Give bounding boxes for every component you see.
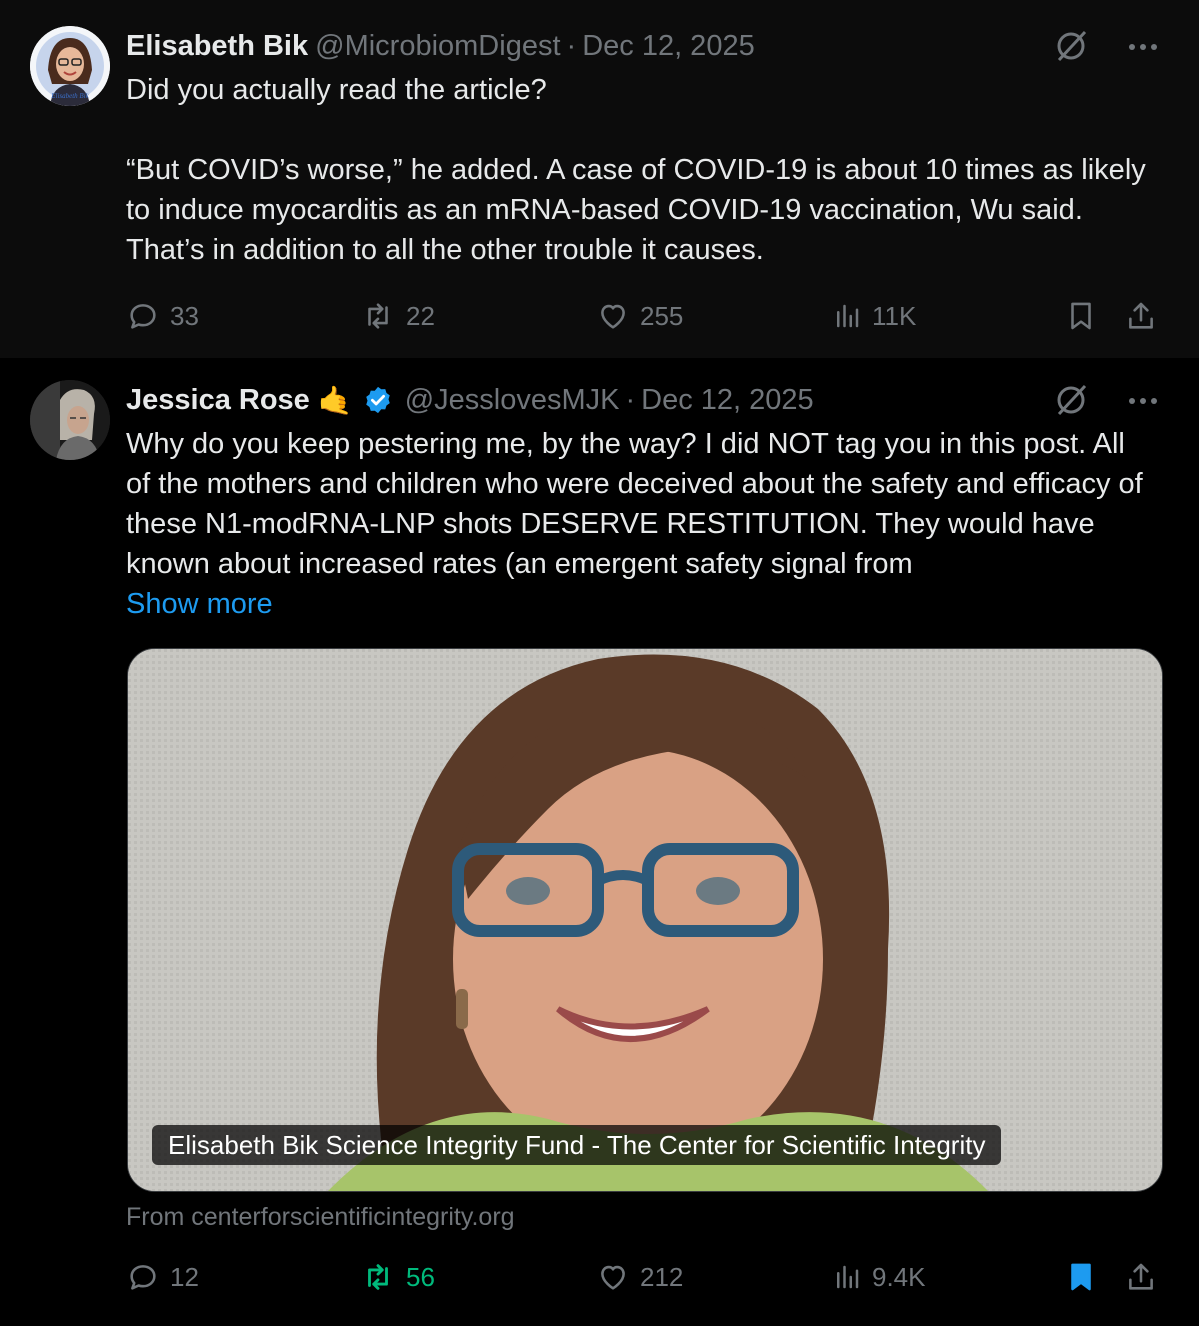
tweet-date[interactable]: Dec 12, 2025 [582,30,755,63]
card-image [128,649,1162,1191]
like-count: 255 [640,300,684,331]
author-name[interactable]: Jessica Rose [126,384,310,417]
show-more-link[interactable]: Show more [126,588,273,620]
tweet-text: Why do you keep pestering me, by the way… [126,424,1146,624]
repost-icon [368,303,388,329]
avatar[interactable]: Elisabeth Bik [30,26,110,106]
like-icon [601,1265,625,1290]
tweet-text: Did you actually read the article? “But … [126,70,1166,270]
verified-badge-icon [363,385,393,415]
bookmark-icon [1071,302,1091,330]
author-name[interactable]: Elisabeth Bik [126,30,308,63]
avatar[interactable] [30,380,110,460]
reply-count: 12 [170,1261,199,1292]
separator: · [566,29,577,62]
views-button[interactable]: 9.4K [832,1257,926,1297]
grok-slash-icon[interactable] [1053,28,1089,69]
author-handle[interactable]: @JesslovesMJK [405,384,620,417]
repost-count: 56 [406,1261,435,1292]
bookmark-button[interactable] [1064,296,1108,336]
tweet-header: Elisabeth Bik @MicrobiomDigest · Dec 12,… [126,26,755,66]
views-count: 9.4K [872,1261,926,1292]
views-button[interactable]: 11K [832,296,916,336]
tweet-top-icons [1053,28,1159,69]
reply-icon [130,304,156,329]
tweet-header: Jessica Rose 🤙 @JesslovesMJK · Dec 12, 2… [126,380,814,420]
like-icon [601,304,625,329]
share-button[interactable] [1124,1257,1168,1297]
more-icon[interactable] [1127,394,1159,412]
views-icon [837,304,859,328]
repost-icon [368,1264,388,1290]
reply-count: 33 [170,300,199,331]
reply-icon [130,1265,156,1290]
tweet-quote-text: “But COVID’s worse,” he added. A case of… [126,154,1146,266]
card-source[interactable]: From centerforscientificintegrity.org [126,1200,515,1234]
tweet-date[interactable]: Dec 12, 2025 [641,384,814,417]
bookmark-icon [1071,1263,1091,1291]
repost-count: 22 [406,300,435,331]
card-title: Elisabeth Bik Science Integrity Fund - T… [152,1125,1002,1165]
more-icon[interactable] [1127,40,1159,58]
views-icon [837,1265,859,1289]
tweet-actions: 33 22 255 11K [126,296,1166,336]
repost-button[interactable]: 22 [360,296,435,336]
tweet-actions: 12 56 212 9.4K [126,1257,1166,1297]
bookmark-button[interactable] [1064,1257,1108,1297]
author-handle[interactable]: @MicrobiomDigest [315,30,560,63]
reply-button[interactable]: 12 [126,1257,199,1297]
share-icon [1129,1263,1153,1290]
like-button[interactable]: 255 [596,296,683,336]
tweet-body: Why do you keep pestering me, by the way… [126,428,1143,580]
tweet-jessica-rose[interactable]: Jessica Rose 🤙 @JesslovesMJK · Dec 12, 2… [0,358,1199,1326]
tweet-elisabeth-bik[interactable]: Elisabeth Bik Elisabeth Bik @MicrobiomDi… [0,0,1199,358]
share-button[interactable] [1124,296,1168,336]
reply-button[interactable]: 33 [126,296,199,336]
like-count: 212 [640,1261,684,1292]
repost-button[interactable]: 56 [360,1257,435,1297]
tweet-top-icons [1053,382,1159,423]
grok-slash-icon[interactable] [1053,382,1089,423]
like-button[interactable]: 212 [596,1257,683,1297]
share-icon [1129,302,1153,329]
separator: · [625,383,636,416]
svg-text:Elisabeth Bik: Elisabeth Bik [50,92,89,100]
tweet-text-line: Did you actually read the article? [126,74,547,106]
link-card[interactable]: Elisabeth Bik Science Integrity Fund - T… [127,648,1163,1192]
call-me-hand-emoji: 🤙 [317,384,353,416]
views-count: 11K [872,300,917,331]
